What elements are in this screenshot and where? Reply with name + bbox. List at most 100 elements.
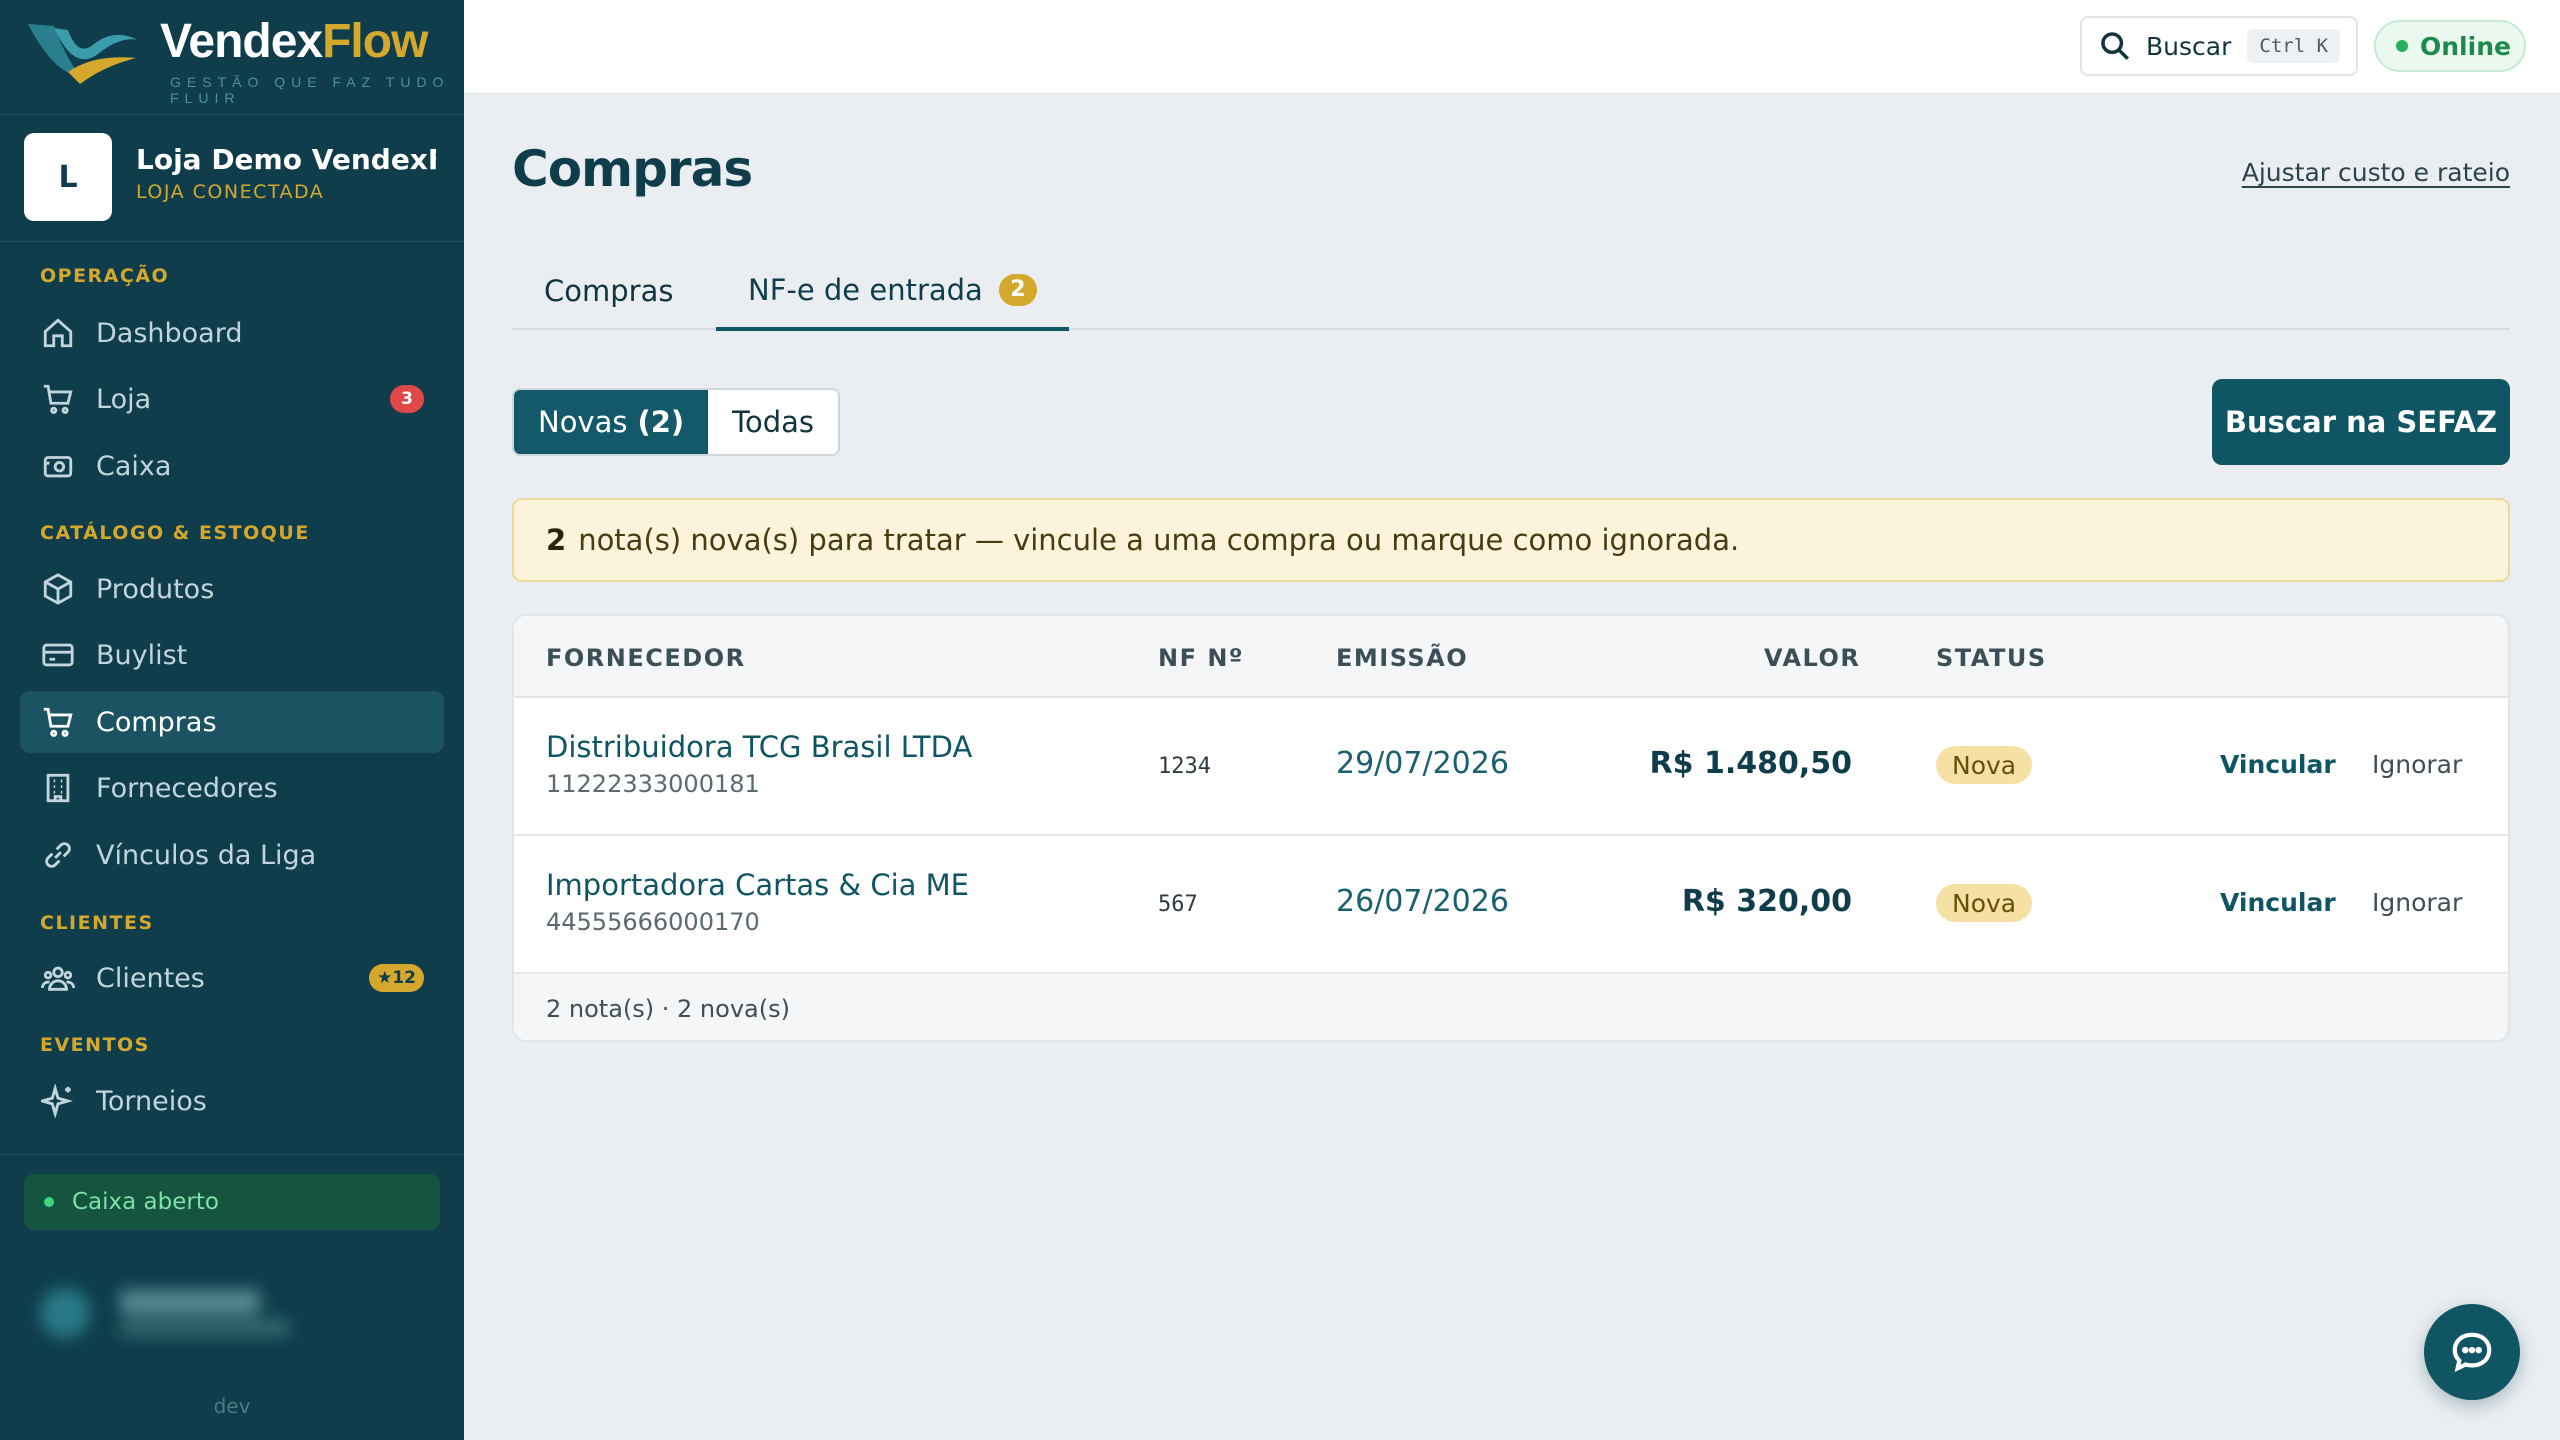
tab-compras[interactable]: Compras	[512, 252, 705, 330]
card-icon	[40, 637, 76, 673]
vendexflow-logo-icon	[28, 24, 138, 84]
filter-count: (2)	[637, 405, 685, 439]
cash-register-icon	[40, 448, 76, 484]
note-value: R$ 320,00	[1681, 884, 1852, 919]
table-row: Distribuidora TCG Brasil LTDA 1122233300…	[514, 698, 2508, 836]
vincular-button[interactable]: Vincular	[2220, 888, 2336, 917]
alert-text: nota(s) nova(s) para tratar — vincule a …	[578, 523, 1740, 557]
tab-nfe-de-entrada[interactable]: NF-e de entrada 2	[716, 252, 1069, 331]
top-bar: Buscar Ctrl K Online	[464, 0, 2560, 94]
column-header-valor[interactable]: VALOR	[1764, 644, 1860, 672]
status-dot	[2396, 40, 2408, 52]
sidebar-item-label: Produtos	[96, 573, 215, 605]
supplier-document: 11222333000181	[546, 770, 760, 798]
column-header-fornecedor[interactable]: FORNECEDOR	[546, 644, 746, 672]
new-notes-alert: 2 nota(s) nova(s) para tratar — vincule …	[512, 498, 2510, 582]
sidebar-item-label: Torneios	[96, 1085, 207, 1117]
filter-label: Todas	[732, 405, 814, 439]
environment-label: dev	[213, 1394, 251, 1418]
sidebar-item-loja[interactable]: Loja 3	[20, 368, 444, 430]
search-shortcut: Ctrl K	[2247, 29, 2341, 63]
sidebar-item-produtos[interactable]: Produtos	[20, 558, 444, 620]
store-avatar: L	[24, 133, 112, 221]
sidebar-item-fornecedores[interactable]: Fornecedores	[20, 757, 444, 819]
sidebar-item-label: Buylist	[96, 639, 188, 671]
sidebar-item-label: Dashboard	[96, 317, 243, 349]
sidebar-item-torneios[interactable]: Torneios	[20, 1070, 444, 1132]
tab-label: NF-e de entrada	[748, 272, 983, 307]
emission-date: 26/07/2026	[1336, 884, 1509, 919]
store-name: Loja Demo VendexFl...	[136, 143, 436, 176]
column-header-emissao[interactable]: EMISSÃO	[1336, 644, 1468, 672]
nav-section-operacao: OPERAÇÃO	[40, 265, 170, 287]
status-dot	[44, 1197, 54, 1207]
nf-number: 567	[1158, 892, 1198, 917]
vincular-button[interactable]: Vincular	[2220, 750, 2336, 779]
cart-icon	[40, 381, 76, 417]
table-footer: 2 nota(s) · 2 nova(s)	[514, 974, 2508, 1040]
sparkle-icon	[40, 1083, 76, 1119]
tab-count-badge: 2	[998, 273, 1037, 306]
store-status: LOJA CONECTADA	[136, 181, 325, 203]
status-badge: Nova	[1936, 884, 2033, 922]
filter-label: Novas	[538, 405, 628, 439]
nav-section-eventos: EVENTOS	[40, 1034, 150, 1056]
filter-segmented-control: Novas (2) Todas	[512, 388, 840, 456]
sidebar-item-label: Clientes	[96, 962, 205, 994]
table-header: FORNECEDOR NF Nº EMISSÃO VALOR STATUS	[514, 616, 2508, 698]
supplier-name[interactable]: Distribuidora TCG Brasil LTDA	[546, 730, 972, 764]
search-label: Buscar	[2146, 31, 2232, 61]
loja-badge: 3	[390, 385, 424, 413]
emission-date: 29/07/2026	[1336, 746, 1509, 781]
connection-status-label: Online	[2420, 31, 2511, 61]
page-title: Compras	[512, 140, 753, 198]
sidebar-item-caixa[interactable]: Caixa	[20, 435, 444, 497]
status-badge: Nova	[1936, 746, 2033, 784]
search-icon	[2101, 32, 2130, 61]
sidebar-divider	[0, 1154, 464, 1155]
column-header-nf[interactable]: NF Nº	[1158, 644, 1244, 672]
cart-icon	[40, 704, 76, 740]
brand-tagline: GESTÃO QUE FAZ TUDO FLUIR	[170, 74, 450, 106]
sidebar-item-vinculos-da-liga[interactable]: Vínculos da Liga	[20, 824, 444, 886]
home-icon	[40, 315, 76, 351]
nfe-table: FORNECEDOR NF Nº EMISSÃO VALOR STATUS Di…	[512, 614, 2510, 1042]
ignorar-button[interactable]: Ignorar	[2372, 750, 2462, 779]
users-icon	[40, 960, 76, 996]
search-button[interactable]: Buscar Ctrl K	[2080, 16, 2358, 76]
tab-bar: Compras NF-e de entrada 2	[512, 252, 2510, 331]
cash-status-label: Caixa aberto	[72, 1189, 219, 1215]
adjust-cost-link[interactable]: Ajustar custo e rateio	[2242, 158, 2510, 187]
table-row: Importadora Cartas & Cia ME 445556660001…	[514, 836, 2508, 974]
sidebar-item-label: Loja	[96, 383, 152, 415]
tab-label: Compras	[544, 274, 674, 308]
connection-status-badge: Online	[2374, 20, 2526, 72]
sidebar-item-label: Fornecedores	[96, 772, 278, 804]
sidebar-item-clientes[interactable]: Clientes ★12	[20, 947, 444, 1009]
filter-novas[interactable]: Novas (2)	[514, 390, 709, 454]
nf-number: 1234	[1158, 754, 1211, 779]
supplier-name[interactable]: Importadora Cartas & Cia ME	[546, 868, 969, 902]
user-profile-blurred[interactable]	[30, 1276, 440, 1346]
chat-button[interactable]	[2424, 1304, 2520, 1400]
box-icon	[40, 571, 76, 607]
building-icon	[40, 770, 76, 806]
chat-icon	[2452, 1332, 2492, 1373]
ignorar-button[interactable]: Ignorar	[2372, 888, 2462, 917]
nav-section-clientes: CLIENTES	[40, 912, 154, 934]
sidebar-item-dashboard[interactable]: Dashboard	[20, 302, 444, 364]
sidebar: VendexFlow GESTÃO QUE FAZ TUDO FLUIR L L…	[0, 0, 464, 1440]
cash-status-indicator[interactable]: Caixa aberto	[24, 1174, 440, 1230]
sidebar-item-buylist[interactable]: Buylist	[20, 624, 444, 686]
filter-todas[interactable]: Todas	[708, 390, 838, 454]
alert-count: 2	[546, 523, 567, 557]
brand[interactable]: VendexFlow GESTÃO QUE FAZ TUDO FLUIR	[0, 0, 464, 106]
clientes-badge: ★12	[369, 964, 424, 992]
sidebar-item-label: Caixa	[96, 450, 172, 482]
brand-name: VendexFlow	[160, 15, 428, 68]
sidebar-item-compras[interactable]: Compras	[20, 691, 444, 753]
supplier-document: 44555666000170	[546, 908, 760, 936]
store-switcher[interactable]: L Loja Demo VendexFl... LOJA CONECTADA	[0, 114, 464, 242]
column-header-status[interactable]: STATUS	[1936, 644, 2047, 672]
buscar-sefaz-button[interactable]: Buscar na SEFAZ	[2212, 379, 2510, 465]
